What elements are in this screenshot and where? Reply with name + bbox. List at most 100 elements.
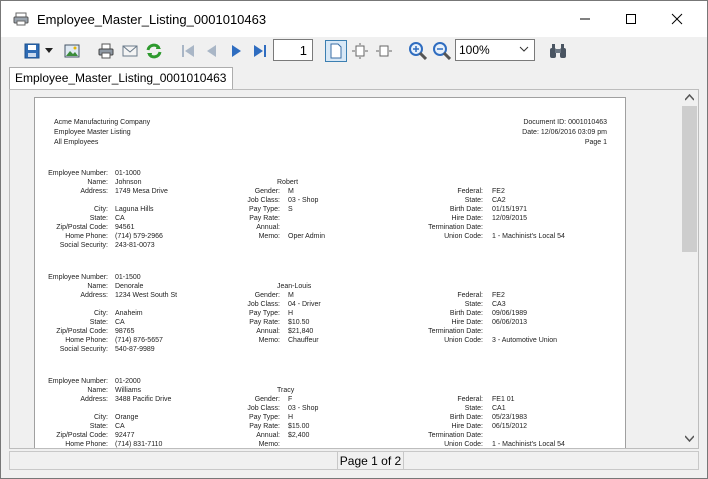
previous-page-button[interactable] [201,40,223,62]
field-label: Union Code: [444,441,483,448]
field-label: State: [464,405,483,412]
single-page-icon [330,43,342,59]
field-label: Hire Date: [451,423,483,430]
field-label: Birth Date: [449,206,483,213]
close-button[interactable] [654,1,700,37]
field-value: 1234 West South St [115,292,178,299]
scroll-up-icon[interactable] [685,94,694,101]
field-label: Union Code: [444,233,483,240]
field-label: Pay Rate: [249,423,280,430]
first-page-button[interactable] [177,40,199,62]
maximize-button[interactable] [608,1,654,37]
first-name-value: Robert [277,179,299,186]
report-viewer-window: Employee_Master_Listing_0001010463 1 100… [0,0,708,479]
toolbar: 1 100% [1,37,707,65]
field-label: City: [94,310,108,317]
zoom-in-icon [409,42,427,60]
field-label: Address: [80,292,108,299]
report-page: Acme Manufacturing Company Employee Mast… [34,97,626,448]
zoom-out-button[interactable] [431,40,453,62]
field-value: (714) 579-2966 [115,233,163,240]
vertical-scrollbar[interactable] [681,90,698,448]
report-page-number: Page 1 [584,139,607,146]
page-number-input[interactable]: 1 [273,39,313,61]
print-icon [98,43,114,59]
last-page-icon [254,45,266,57]
field-label: Memo: [258,337,280,344]
field-value: CA [115,215,125,222]
first-name-value: Tracy [277,387,295,394]
save-dropdown-button[interactable] [42,40,56,62]
field-label: Birth Date: [449,310,483,317]
scroll-down-icon[interactable] [685,435,694,442]
fit-width-button[interactable] [373,40,395,62]
report-filter: All Employees [54,139,99,146]
field-label: State: [464,301,483,308]
field-value: M [288,292,294,299]
field-label: Employee Number: [48,274,108,281]
field-value: 01-1000 [115,170,141,177]
zoom-select[interactable]: 100% [455,39,535,61]
field-label: Job Class: [247,301,280,308]
tab-row: Employee_Master_Listing_0001010463 [1,65,707,89]
field-label: Employee Number: [48,170,108,177]
field-label: State: [89,423,108,430]
field-label: Memo: [258,233,280,240]
save-button[interactable] [21,40,43,62]
last-page-button[interactable] [249,40,271,62]
field-value: 92477 [115,432,135,439]
refresh-button[interactable] [143,40,165,62]
field-label: Federal: [457,188,483,195]
print-button[interactable] [95,40,117,62]
field-label: Job Class: [247,197,280,204]
find-icon [550,44,566,58]
field-label: Gender: [254,188,280,195]
field-label: Federal: [457,396,483,403]
field-value: Anaheim [115,310,143,317]
field-value: Johnson [115,179,142,186]
field-value: 01-1500 [115,274,141,281]
field-label: State: [89,215,108,222]
field-value: H [288,310,294,317]
export-image-button[interactable] [61,40,83,62]
minimize-button[interactable] [562,1,608,37]
field-label: Zip/Postal Code: [56,432,108,439]
fit-width-icon [376,45,392,57]
find-button[interactable] [547,40,569,62]
field-label: Pay Type: [248,206,280,213]
tab-report[interactable]: Employee_Master_Listing_0001010463 [9,67,234,89]
single-page-view-button[interactable] [325,40,347,62]
field-value: $15.00 [288,423,310,430]
field-value: Orange [115,414,139,421]
window-title: Employee_Master_Listing_0001010463 [37,11,267,27]
field-label: Memo: [258,441,280,448]
field-value: CA1 [492,405,506,412]
zoom-in-button[interactable] [407,40,429,62]
field-value: M [288,188,294,195]
email-button[interactable] [119,40,141,62]
document-id: Document ID: 0001010463 [523,119,607,126]
field-value: F [288,396,293,403]
field-label: Social Security: [59,242,108,249]
save-icon [24,43,40,59]
scroll-thumb[interactable] [682,106,697,252]
field-value: CA [115,423,125,430]
field-value: 3 - Automotive Union [492,337,557,344]
field-value: 98765 [115,328,135,335]
field-value: 1 - Machinist's Local 54 [492,233,565,240]
field-label: Termination Date: [428,224,483,231]
field-label: State: [89,319,108,326]
field-value: Oper Admin [288,233,325,240]
first-name-value: Jean-Louis [277,283,312,290]
field-label: Job Class: [247,405,280,412]
next-page-button[interactable] [225,40,247,62]
maximize-icon [626,14,636,24]
zoom-value: 100% [459,43,490,57]
field-value: H [288,414,294,421]
next-page-icon [232,45,241,57]
field-label: Annual: [256,224,280,231]
field-label: Name: [87,387,108,394]
field-value: FE2 [492,188,505,195]
fit-page-button[interactable] [349,40,371,62]
field-value: CA [115,319,125,326]
